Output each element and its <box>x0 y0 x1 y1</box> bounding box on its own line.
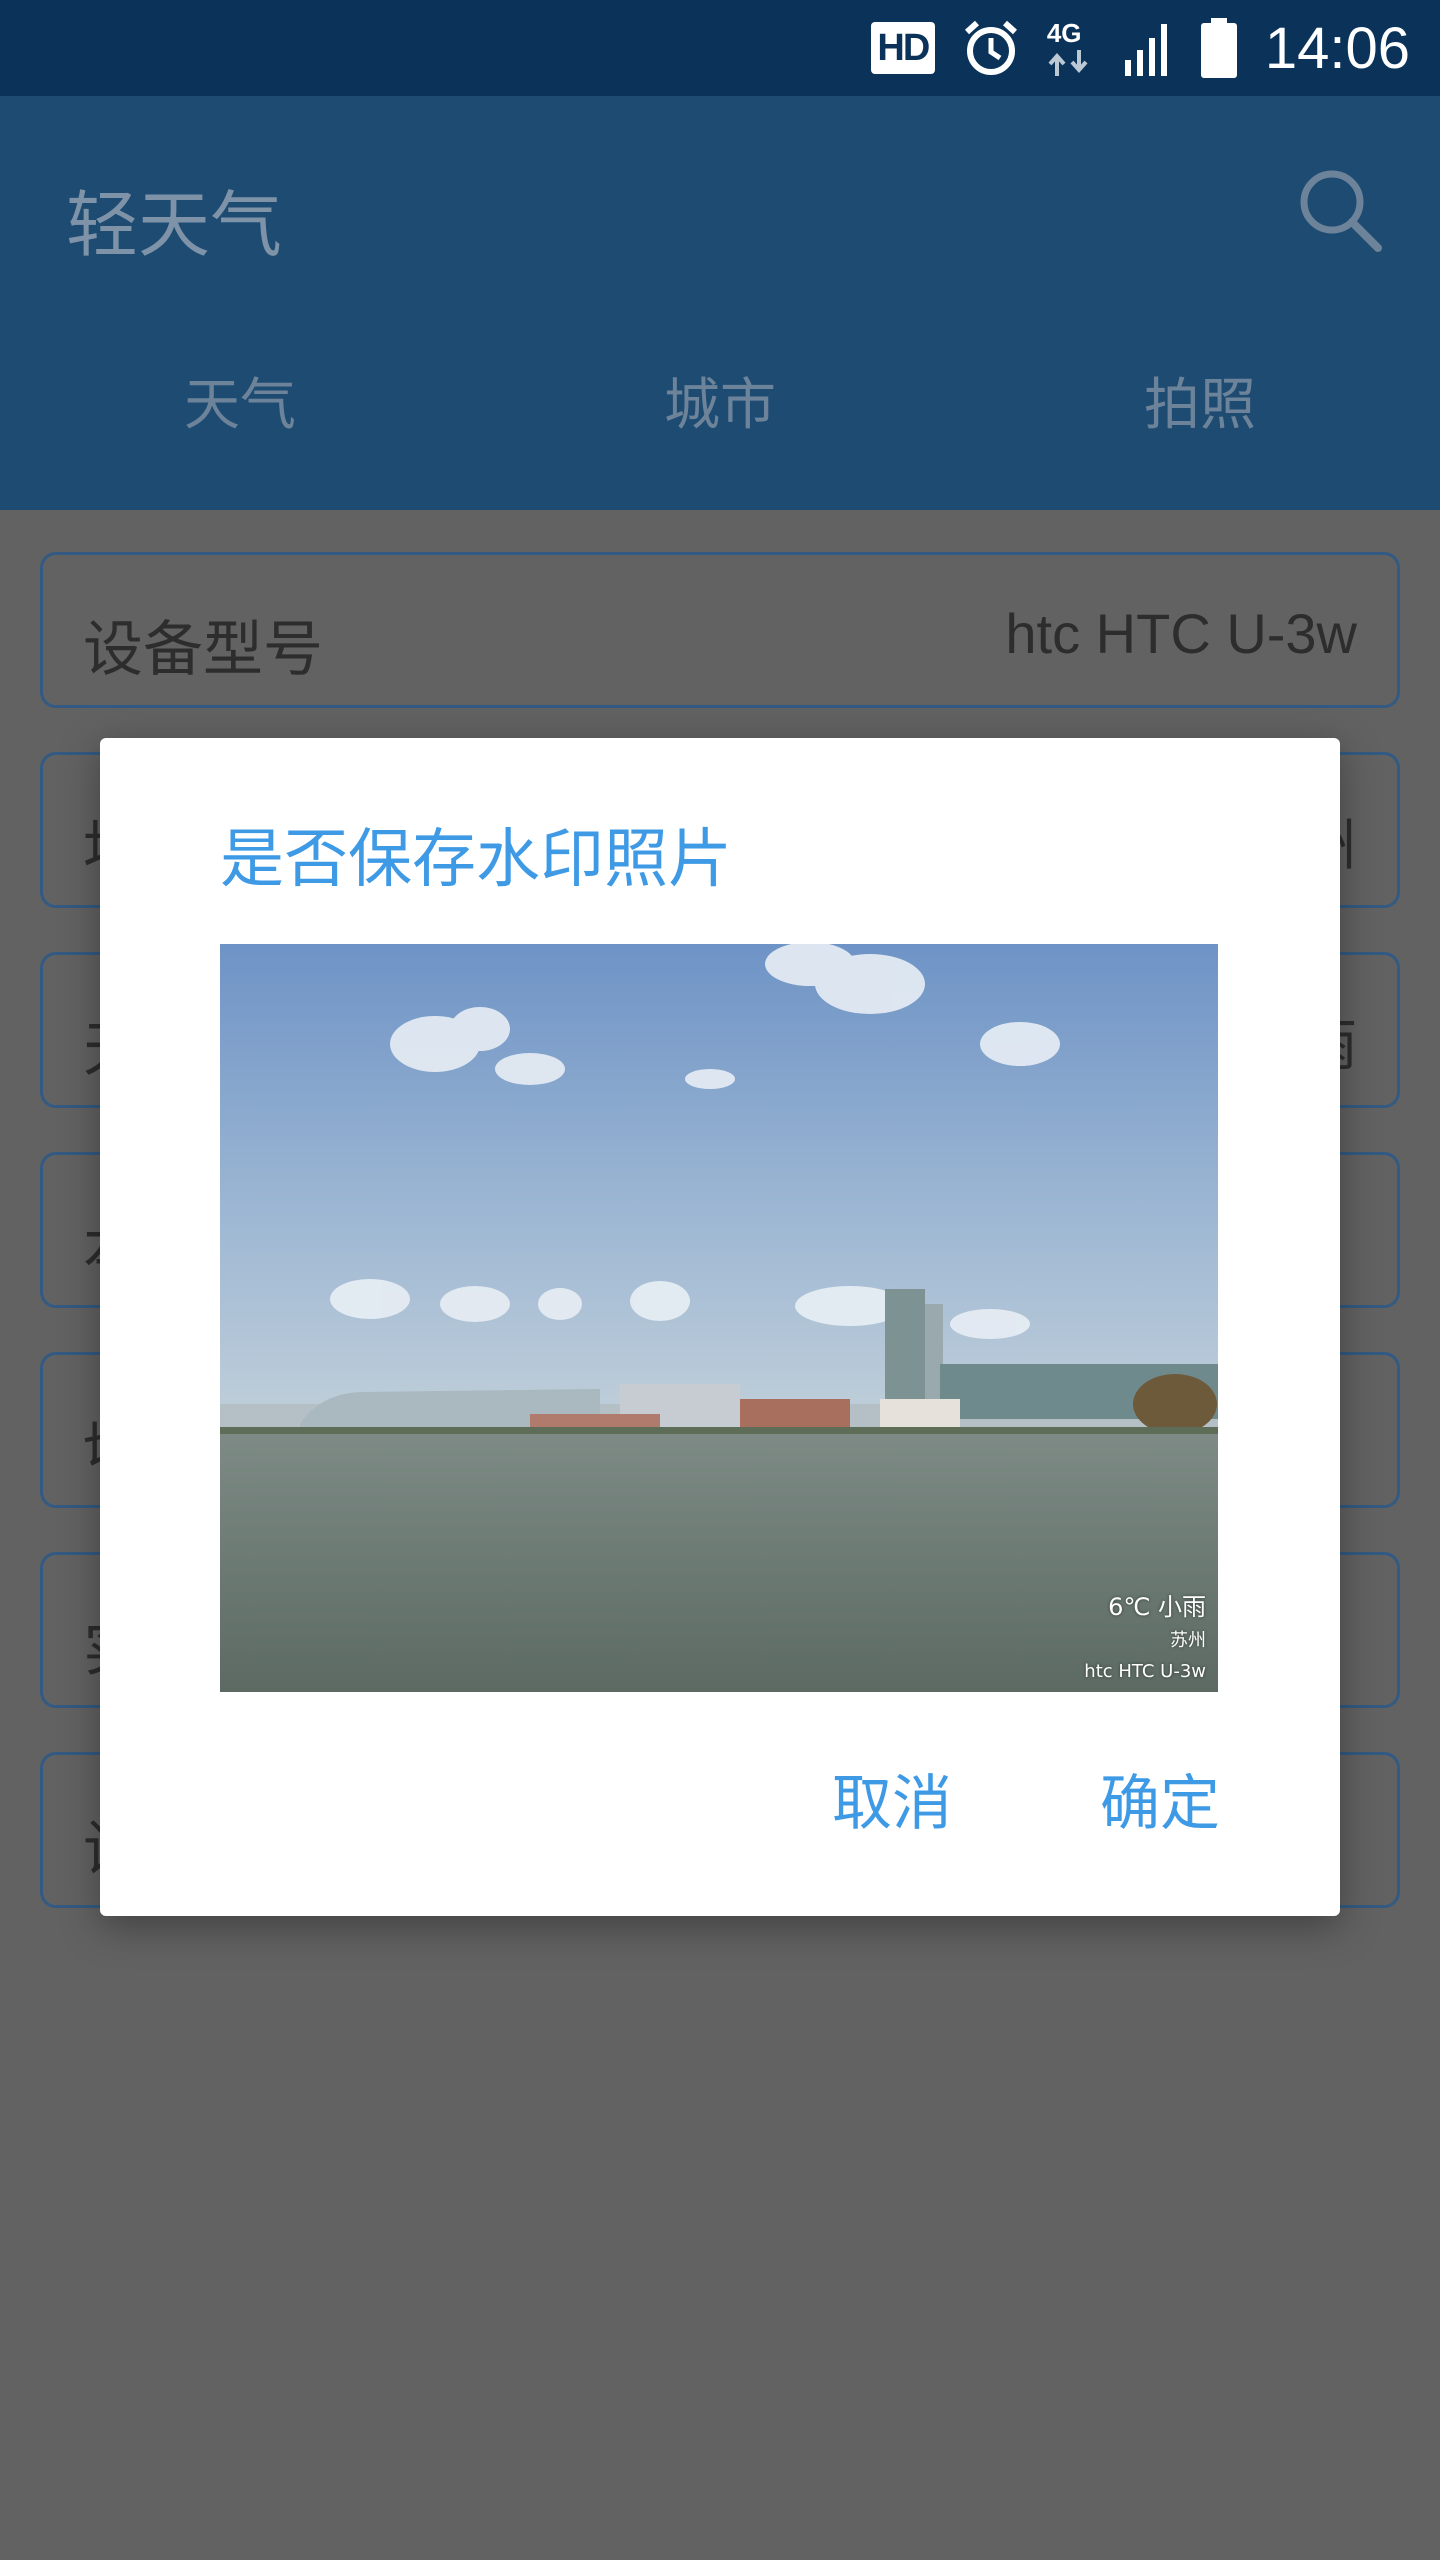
watermark-city: 苏州 <box>1170 1630 1206 1651</box>
watermark-device: htc HTC U-3w <box>1084 1661 1206 1682</box>
watermark-weather: 6℃ 小雨 <box>1108 1593 1206 1621</box>
cancel-button[interactable]: 取消 <box>832 1755 952 1842</box>
watermark-photo-preview: 6℃ 小雨 苏州 htc HTC U-3w <box>220 944 1218 1692</box>
save-watermark-dialog: 是否保存水印照片 6℃ 小雨 苏州 htc HTC U-3w 取消 确定 <box>100 738 1340 1916</box>
confirm-button[interactable]: 确定 <box>1100 1755 1220 1842</box>
lake-photo <box>220 944 1218 1692</box>
dialog-actions: 取消 确定 <box>832 1755 1220 1842</box>
dialog-title: 是否保存水印照片 <box>220 823 732 897</box>
